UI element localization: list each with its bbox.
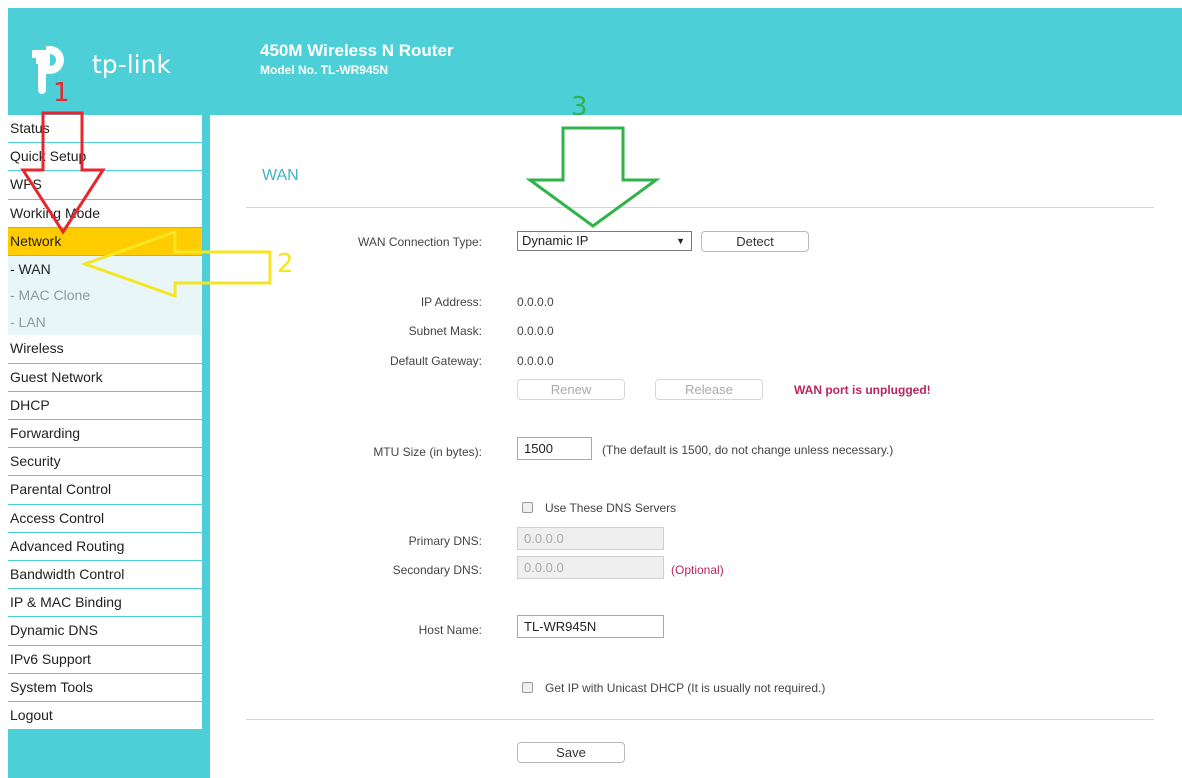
- unicast-dhcp-checkbox[interactable]: [522, 682, 533, 693]
- sidebar-item-dhcp[interactable]: DHCP: [8, 391, 202, 420]
- sidebar-item-working-mode[interactable]: Working Mode: [8, 199, 202, 228]
- unicast-dhcp-label: Get IP with Unicast DHCP (It is usually …: [545, 681, 826, 695]
- main-content: WAN WAN Connection Type: Dynamic IP ▼ De…: [210, 115, 1182, 778]
- primary-dns-label: Primary DNS:: [408, 534, 482, 548]
- dropdown-arrow-icon: ▼: [676, 236, 685, 246]
- sidebar-item-parental-control[interactable]: Parental Control: [8, 476, 202, 505]
- ip-address-value: 0.0.0.0: [517, 295, 554, 309]
- sidebar-item-security[interactable]: Security: [8, 448, 202, 477]
- product-title: 450M Wireless N Router: [260, 41, 454, 60]
- secondary-dns-input[interactable]: [517, 556, 664, 579]
- sidebar-item-quick-setup[interactable]: Quick Setup: [8, 143, 202, 172]
- sidebar-item-status[interactable]: Status: [8, 115, 202, 144]
- primary-dns-input[interactable]: [517, 527, 664, 550]
- sidebar-subitem-lan[interactable]: - LAN: [8, 308, 202, 336]
- sidebar-item-guest-network[interactable]: Guest Network: [8, 363, 202, 392]
- wan-unplugged-warning: WAN port is unplugged!: [794, 383, 931, 397]
- mtu-size-label: MTU Size (in bytes):: [373, 445, 482, 459]
- logo-text: tp-link: [92, 50, 171, 79]
- sidebar-item-dynamic-dns[interactable]: Dynamic DNS: [8, 617, 202, 646]
- sidebar-item-ipv6-support[interactable]: IPv6 Support: [8, 645, 202, 674]
- sidebar-item-logout[interactable]: Logout: [8, 701, 202, 731]
- default-gateway-label: Default Gateway:: [389, 354, 482, 368]
- ip-address-label: IP Address:: [420, 295, 482, 309]
- optional-label: (Optional): [671, 563, 724, 577]
- divider-top: [246, 207, 1154, 208]
- sidebar-item-wireless[interactable]: Wireless: [8, 335, 202, 364]
- use-dns-checkbox[interactable]: [522, 502, 533, 513]
- sidebar-subitem-mac-clone[interactable]: - MAC Clone: [8, 282, 202, 309]
- save-button[interactable]: Save: [517, 742, 625, 763]
- sidebar-item-system-tools[interactable]: System Tools: [8, 673, 202, 702]
- divider-bottom: [246, 719, 1154, 720]
- wan-type-value: Dynamic IP: [522, 233, 589, 248]
- mtu-size-input[interactable]: [517, 437, 592, 460]
- annotation-number-3: 3: [571, 92, 588, 122]
- sidebar-menu: Status Quick Setup WPS Working Mode Netw…: [8, 115, 202, 731]
- sidebar: Status Quick Setup WPS Working Mode Netw…: [8, 115, 210, 778]
- sidebar-item-network[interactable]: Network: [8, 227, 202, 256]
- annotation-number-2: 2: [277, 249, 294, 279]
- secondary-dns-label: Secondary DNS:: [392, 563, 482, 577]
- sidebar-item-access-control[interactable]: Access Control: [8, 504, 202, 533]
- host-name-input[interactable]: [517, 615, 664, 638]
- header-bar: tp-link 450M Wireless N Router Model No.…: [8, 8, 1182, 115]
- default-gateway-value: 0.0.0.0: [517, 354, 554, 368]
- wan-type-select[interactable]: Dynamic IP ▼: [517, 231, 692, 251]
- sidebar-subitem-wan[interactable]: - WAN: [8, 255, 202, 283]
- model-number: Model No. TL-WR945N: [260, 63, 388, 77]
- sidebar-item-ip-mac-binding[interactable]: IP & MAC Binding: [8, 589, 202, 618]
- renew-button[interactable]: Renew: [517, 379, 625, 400]
- release-button[interactable]: Release: [655, 379, 763, 400]
- detect-button[interactable]: Detect: [701, 231, 809, 252]
- subnet-mask-label: Subnet Mask:: [408, 324, 482, 338]
- wan-type-label: WAN Connection Type:: [357, 235, 482, 249]
- page-title: WAN: [262, 167, 299, 184]
- sidebar-item-forwarding[interactable]: Forwarding: [8, 420, 202, 449]
- subnet-mask-value: 0.0.0.0: [517, 324, 554, 338]
- sidebar-item-wps[interactable]: WPS: [8, 171, 202, 200]
- sidebar-item-advanced-routing[interactable]: Advanced Routing: [8, 532, 202, 561]
- annotation-number-1: 1: [53, 78, 70, 108]
- use-dns-label: Use These DNS Servers: [545, 501, 677, 515]
- mtu-hint: (The default is 1500, do not change unle…: [602, 443, 894, 457]
- host-name-label: Host Name:: [418, 623, 482, 637]
- sidebar-item-bandwidth-control[interactable]: Bandwidth Control: [8, 560, 202, 590]
